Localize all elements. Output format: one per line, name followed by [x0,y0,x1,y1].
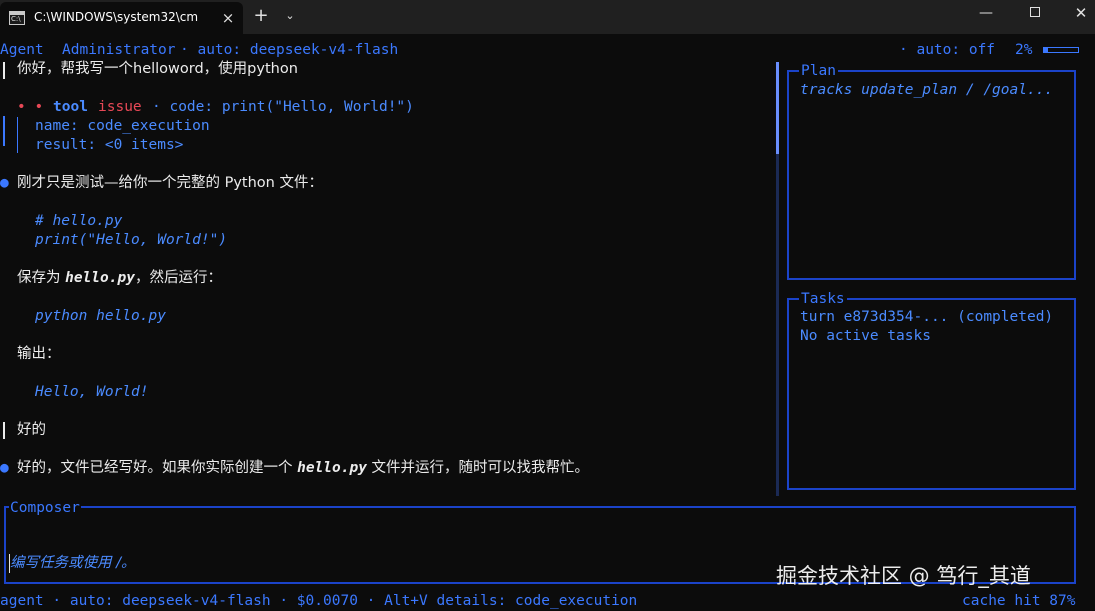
assistant-message-2: 好的，文件已经写好。如果你实际创建一个 hello.py 文件并运行，随时可以找… [17,460,590,476]
window-titlebar: C:\WINDOWS\system32\cmd.exe × + ⌄ — ✕ [0,0,1095,34]
composer-title: Composer [9,499,81,517]
status-bar-right: cache hit 87% [962,593,1076,609]
plan-text: tracks update_plan / /goal... [800,82,1054,98]
tasks-title: Tasks [799,290,847,308]
maximize-icon [1030,7,1040,17]
tasks-status: No active tasks [800,328,931,344]
minimize-button[interactable]: — [963,0,1009,26]
tab-close-button[interactable]: × [219,9,237,27]
new-tab-button[interactable]: + [251,6,271,26]
user-message-marker-2 [3,422,5,439]
maximize-button[interactable] [1012,0,1058,26]
tool-block-rail [17,117,18,153]
mode-model: · auto: deepseek-v4-flash [180,42,399,58]
output-label: 输出： [17,346,61,362]
tab-dropdown-button[interactable]: ⌄ [281,6,299,26]
composer-input[interactable]: 编写任务或使用 /。 [10,554,136,573]
context-progress-fill [1044,48,1048,52]
output-value: Hello, World! [35,384,149,400]
status-bar-left: agent · auto: deepseek-v4-flash · $0.007… [0,593,638,609]
user-name: Administrator [62,42,176,58]
tool-label: tool [53,99,88,115]
cmd-icon [9,11,25,25]
assistant-message-1: 刚才只是测试—给你一个完整的 Python 文件： [17,175,323,191]
code-comment: # hello.py [35,213,123,229]
assistant-bullet: ● [0,175,9,191]
code-line: print("Hello, World!") [35,232,228,248]
user-message-2: 好的 [17,422,46,438]
tool-status-dots: • • [17,99,44,115]
auto-status: · auto: off [899,42,996,58]
user-message-1: 你好，帮我写一个helloword，使用python [17,61,298,77]
tool-result: result: <0 items> [35,137,184,153]
tool-name: name: code_execution [35,118,210,134]
terminal-tab[interactable]: C:\WINDOWS\system32\cmd.exe × [0,2,243,34]
context-percent: 2% [1015,42,1033,58]
close-button[interactable]: ✕ [1058,0,1095,26]
tasks-turn: turn e873d354-... (completed) [800,309,1054,325]
tool-block-marker [3,116,5,146]
plan-title: Plan [799,62,838,80]
tab-title: C:\WINDOWS\system32\cmd.exe [34,10,198,24]
tasks-panel: Tasks turn e873d354-... (completed) No a… [787,290,1076,490]
run-command: python hello.py [35,308,166,324]
save-instruction: 保存为 hello.py，然后运行： [17,270,222,286]
watermark: 掘金技术社区 @ 笃行_其道 [776,564,1031,588]
agent-label: Agent [0,42,44,58]
transcript-scrollbar-thumb[interactable] [776,62,779,154]
assistant-bullet-2: ● [0,460,9,476]
context-progress-bar [1043,47,1079,53]
plan-panel: Plan tracks update_plan / /goal... [787,62,1076,280]
tool-code: · code: print("Hello, World!") [152,99,414,115]
user-message-marker [3,62,5,79]
tool-status: issue [98,99,142,115]
